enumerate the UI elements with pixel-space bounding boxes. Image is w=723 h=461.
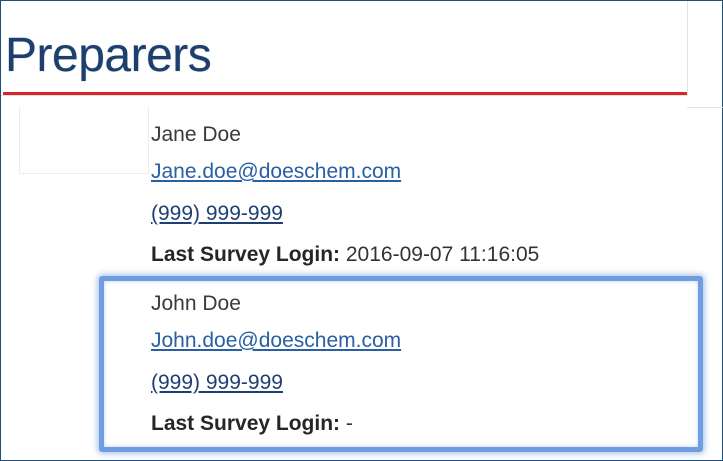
preparer-name: John Doe — [151, 292, 241, 315]
title-underline — [3, 92, 687, 95]
last-login-label: Last Survey Login: — [151, 412, 341, 435]
last-login-value: - — [345, 412, 353, 435]
preparer-phone-link[interactable]: (999) 999-999 — [151, 372, 283, 393]
divider — [687, 107, 723, 108]
last-login-value: 2016-09-07 11:16:05 — [345, 243, 540, 266]
preparer-phone-link[interactable]: (999) 999-999 — [151, 203, 283, 224]
page-title: Preparers — [5, 29, 212, 82]
preparers-panel: Preparers Jane Doe Jane.doe@doeschem.com… — [0, 0, 723, 461]
preparer-email-link[interactable]: Jane.doe@doeschem.com — [151, 161, 401, 182]
last-login: Last Survey Login: - — [151, 413, 353, 434]
page-header: Preparers — [1, 1, 688, 96]
preparer-name: Jane Doe — [151, 123, 241, 146]
last-login-label: Last Survey Login: — [151, 243, 341, 266]
last-login: Last Survey Login: 2016-09-07 11:16:05 — [151, 244, 539, 265]
side-placeholder — [19, 107, 149, 174]
preparer-email-link[interactable]: John.doe@doeschem.com — [151, 330, 401, 351]
